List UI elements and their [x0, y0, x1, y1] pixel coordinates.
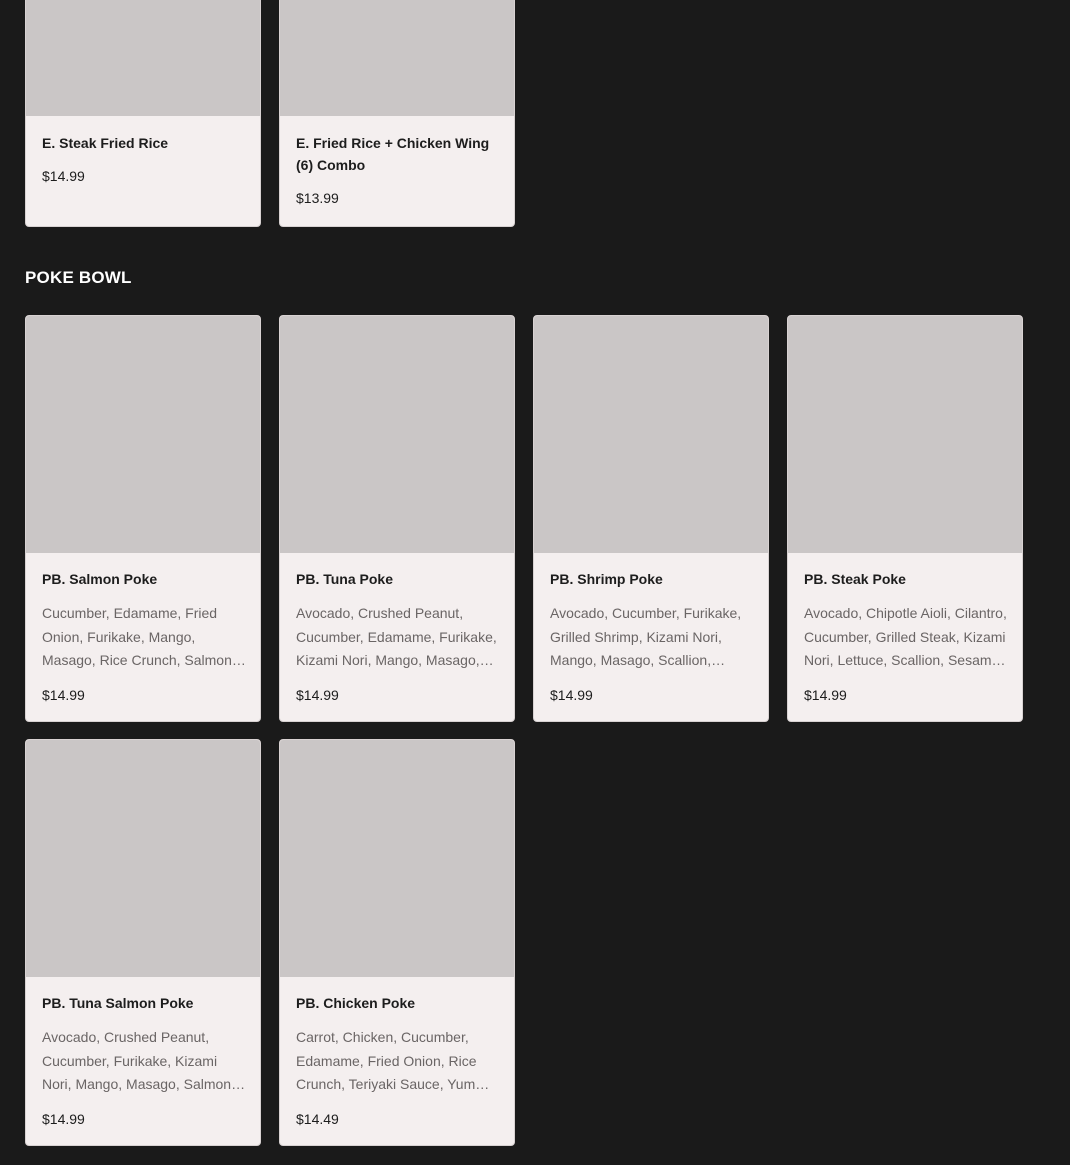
- menu-item-image: [26, 0, 260, 116]
- menu-item-image: [280, 740, 514, 977]
- menu-item-price: $14.99: [42, 1111, 85, 1127]
- menu-item-price: $14.99: [296, 687, 339, 703]
- menu-item-description: Carrot, Chicken, Cucumber, Edamame, Frie…: [296, 1029, 477, 1092]
- menu-item-image: [788, 316, 1022, 553]
- menu-item-price: $14.49: [296, 1111, 339, 1127]
- menu-item-image: [534, 316, 768, 553]
- menu-item-card[interactable]: PB. Shrimp Poke Avocado, Cucumber, Furik…: [533, 315, 769, 722]
- menu-item-card[interactable]: PB. Steak Poke Avocado, Chipotle Aioli, …: [787, 315, 1023, 722]
- menu-item-name: PB. Shrimp Poke: [550, 571, 663, 587]
- menu-item-name: PB. Tuna Poke: [296, 571, 393, 587]
- menu-item-name: E. Steak Fried Rice: [42, 135, 169, 151]
- menu-item-price: $14.99: [804, 687, 847, 703]
- menu-item-card[interactable]: PB. Tuna Salmon Poke Avocado, Crushed Pe…: [25, 739, 261, 1146]
- menu-item-card[interactable]: PB. Chicken Poke Carrot, Chicken, Cucumb…: [279, 739, 515, 1146]
- menu-item-image: [26, 316, 260, 553]
- menu-item-description: Avocado, Crushed Peanut, Cucumber, Furik…: [42, 1029, 235, 1092]
- menu-item-price: $14.99: [42, 687, 85, 703]
- menu-item-description: Avocado, Crushed Peanut, Cucumber, Edama…: [296, 605, 497, 668]
- menu-item-price: $14.99: [42, 168, 85, 184]
- menu-item-image: [280, 0, 514, 116]
- menu-item-description: Cucumber, Edamame, Fried Onion, Furikake…: [42, 605, 236, 668]
- menu-item-name: PB. Chicken Poke: [296, 995, 416, 1011]
- menu-item-name: PB. Steak Poke: [804, 571, 906, 587]
- menu-item-price: $13.99: [296, 190, 339, 206]
- menu-item-card[interactable]: PB. Tuna Poke Avocado, Crushed Peanut, C…: [279, 315, 515, 722]
- menu-item-image: [280, 316, 514, 553]
- menu-item-description: Avocado, Chipotle Aioli, Cilantro, Cucum…: [804, 605, 1007, 668]
- menu-item-name: E. Fried Rice + Chicken Wing (6) Combo: [296, 135, 490, 173]
- menu-item-name: PB. Tuna Salmon Poke: [42, 995, 194, 1011]
- menu-item-image: [26, 740, 260, 977]
- menu-item-card[interactable]: PB. Salmon Poke Cucumber, Edamame, Fried…: [25, 315, 261, 722]
- menu-item-description: Avocado, Cucumber, Furikake, Grilled Shr…: [550, 605, 742, 668]
- menu-item-card[interactable]: E. Fried Rice + Chicken Wing (6) Combo $…: [279, 0, 515, 227]
- menu-item-card[interactable]: E. Steak Fried Rice $14.99: [25, 0, 261, 227]
- menu-item-price: $14.99: [550, 687, 593, 703]
- menu-page: E. Steak Fried Rice $14.99 E. Fried Rice…: [0, 0, 1070, 1165]
- section-title-poke-bowl: POKE BOWL: [25, 268, 132, 287]
- menu-item-name: PB. Salmon Poke: [42, 571, 158, 587]
